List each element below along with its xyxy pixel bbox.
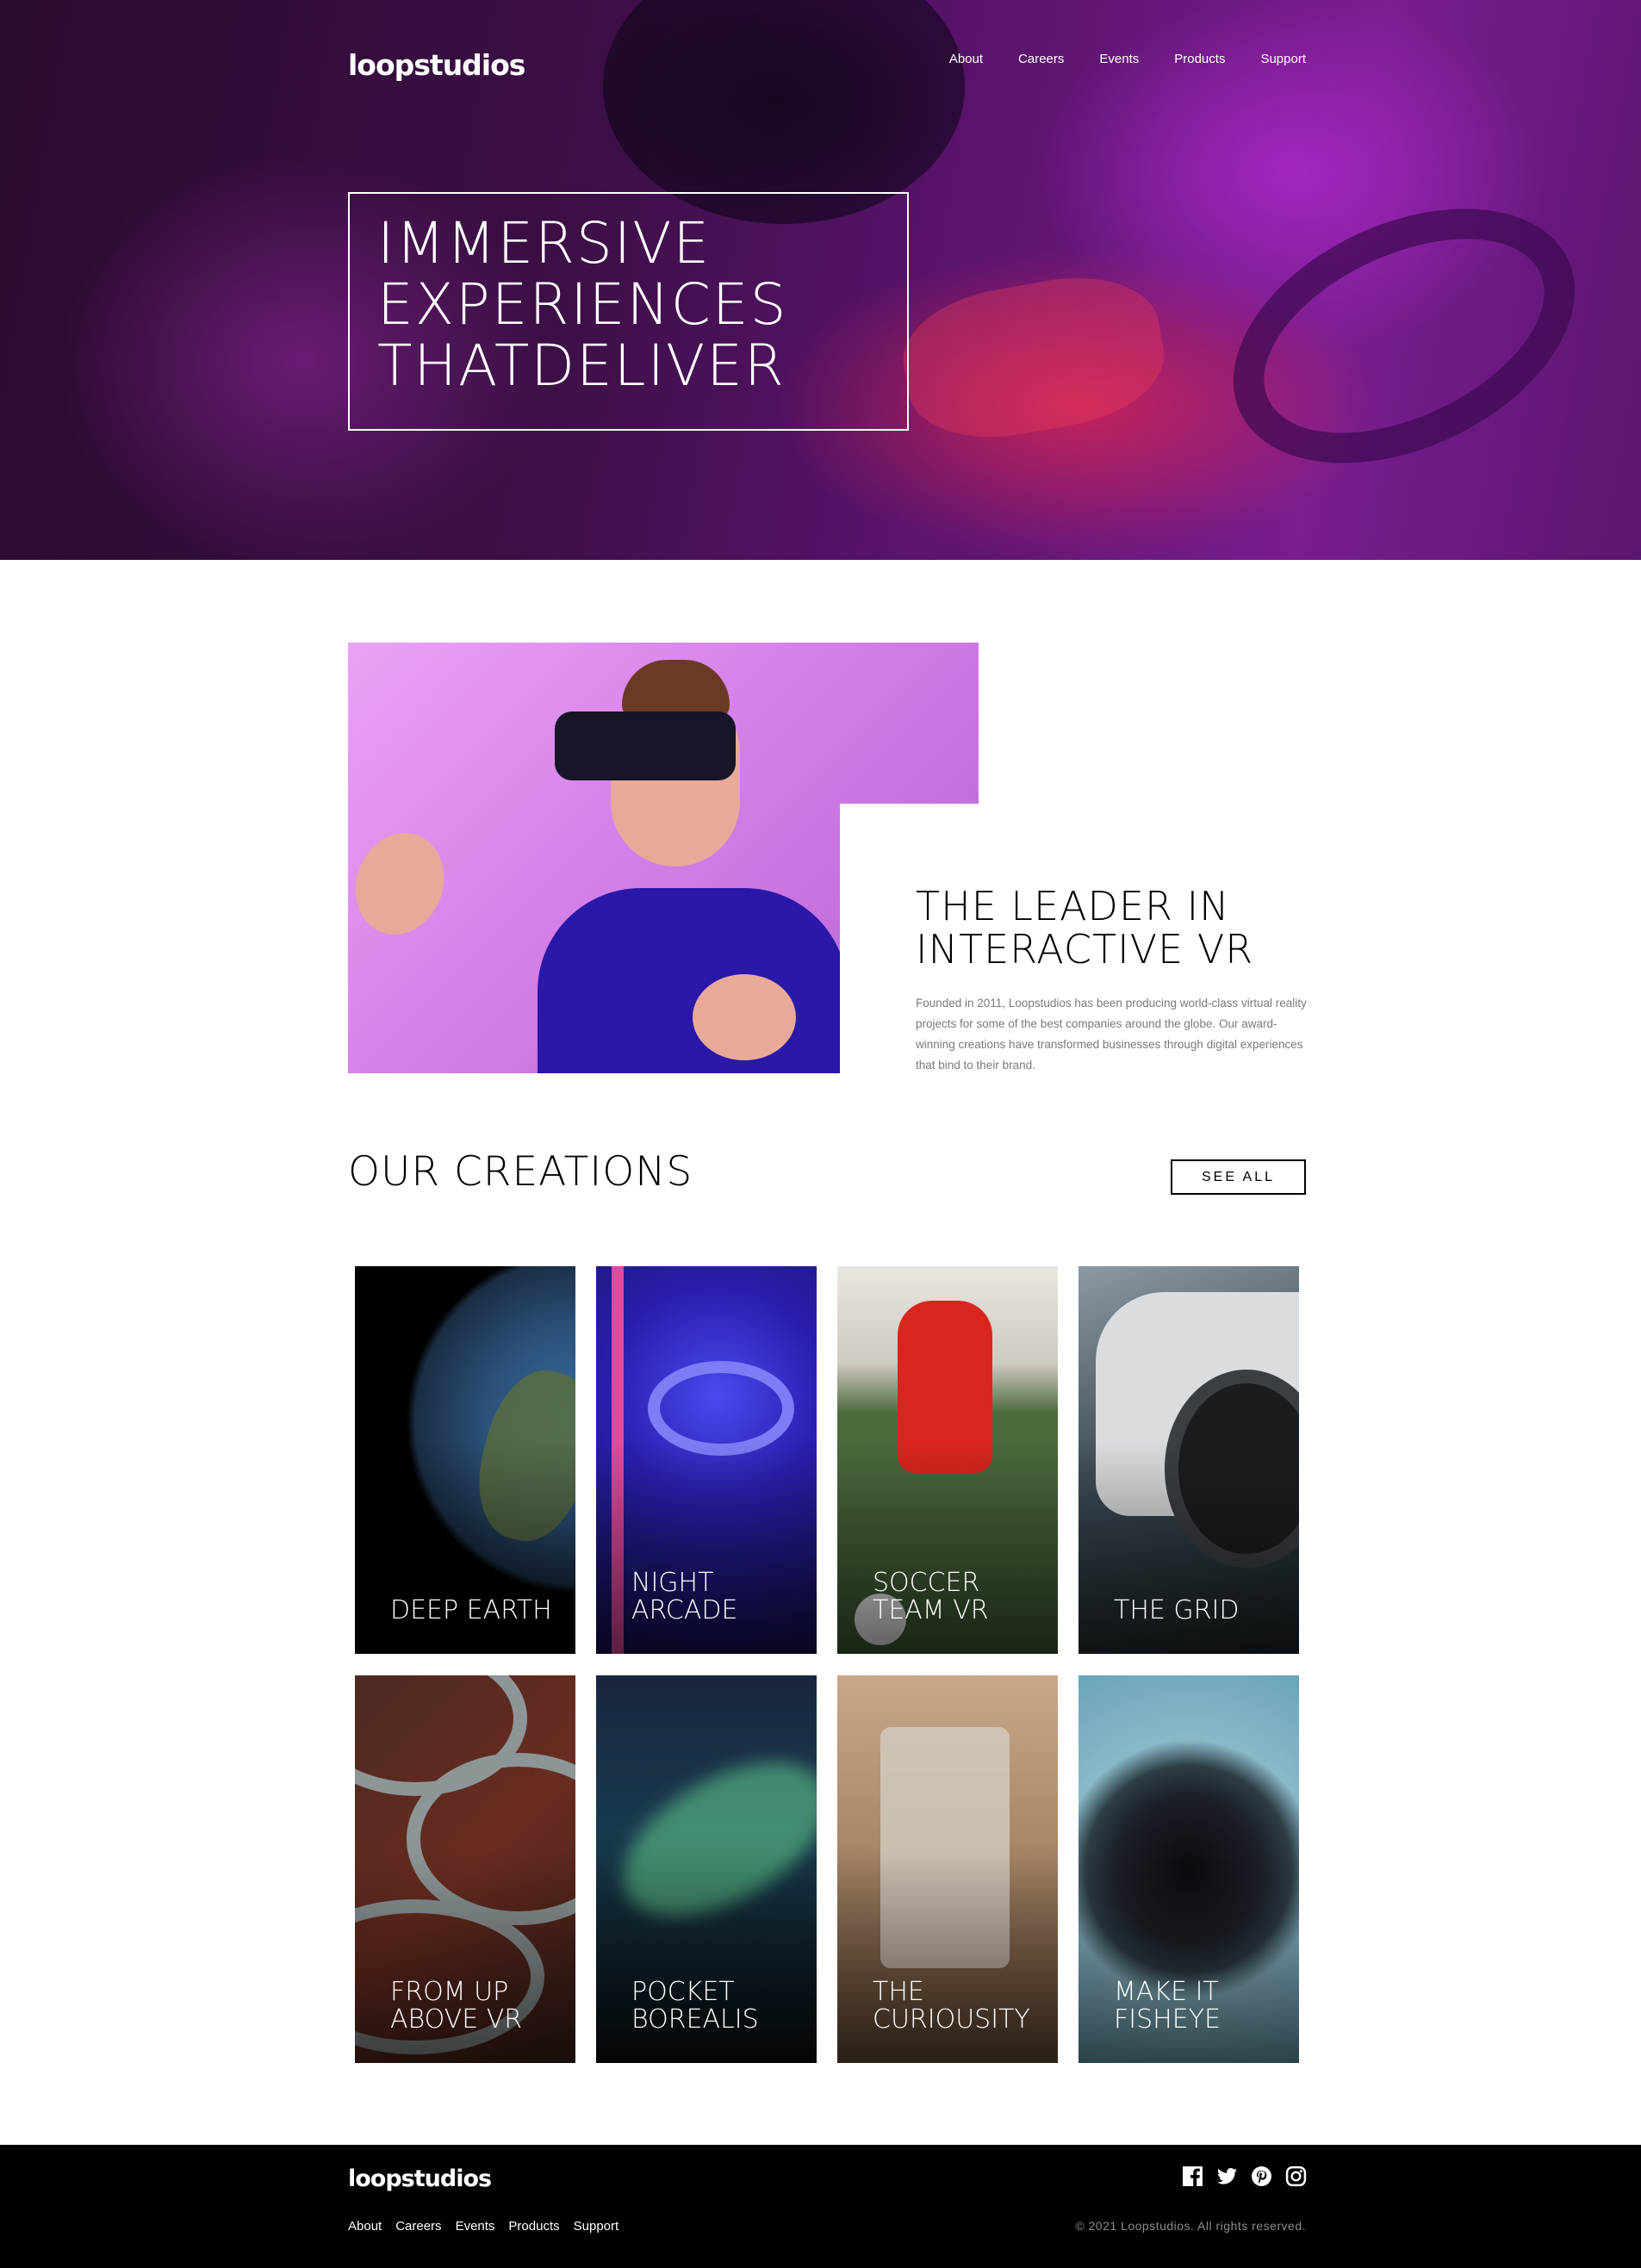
creations-grid: DEEP EARTH NIGHT ARCADE SOCCER TEAM VR T… [355,1266,1299,2063]
hero-background-shape [1192,158,1616,514]
facebook-icon[interactable] [1182,2165,1203,2187]
about-text: Founded in 2011, Loopstudios has been pr… [916,997,1307,1072]
creation-card-from-up-above-vr[interactable]: FROM UP ABOVE VR [355,1675,575,2063]
creation-card-label: MAKE IT FISHEYE [1114,1977,1221,2035]
footer-nav: About Careers Events Products Support [348,2219,618,2234]
creation-card-pocket-borealis[interactable]: POCKET BOREALIS [596,1675,817,2063]
creation-card-label: SOCCER TEAM VR [873,1568,989,1625]
header-logo[interactable]: loopstudios [348,48,525,82]
footer-link-careers[interactable]: Careers [395,2219,441,2234]
creation-card-label: THE CURIOUSITY [873,1977,1030,2035]
nav-link-careers[interactable]: Careers [1018,52,1064,66]
instagram-icon[interactable] [1285,2165,1307,2187]
creation-card-soccer-team-vr[interactable]: SOCCER TEAM VR [837,1266,1058,1654]
creation-card-label: POCKET BOREALIS [631,1977,759,2035]
image-detail [693,974,796,1060]
about-title-line: INTERACTIVE VR [916,926,1254,972]
creation-card-label: THE GRID [1114,1595,1240,1625]
see-all-button[interactable]: SEE ALL [1171,1159,1306,1195]
footer-link-events[interactable]: Events [456,2219,495,2234]
creation-card-deep-earth[interactable]: DEEP EARTH [355,1266,575,1654]
creation-card-label: FROM UP ABOVE VR [390,1977,523,2035]
hero-title-line: IMMERSIVE [377,210,712,277]
hero-background-shape [603,0,965,224]
hero-title-box: IMMERSIVE EXPERIENCES THATDELIVER [348,192,909,431]
nav-link-support[interactable]: Support [1260,52,1306,66]
hero-title-line: EXPERIENCES [377,271,788,338]
twitter-icon[interactable] [1216,2165,1238,2187]
pinterest-icon[interactable] [1251,2165,1272,2187]
nav-link-products[interactable]: Products [1174,52,1225,66]
creations-title: OUR CREATIONS [348,1148,693,1196]
creation-card-make-it-fisheye[interactable]: MAKE IT FISHEYE [1078,1675,1299,2063]
about-title: THE LEADER IN INTERACTIVE VR [916,885,1253,971]
footer: loopstudios About Careers Events Product… [0,2145,1641,2268]
image-detail [538,888,848,1073]
creation-card-label: DEEP EARTH [390,1595,552,1625]
image-detail [555,711,736,780]
creation-card-the-grid[interactable]: THE GRID [1078,1266,1299,1654]
footer-link-products[interactable]: Products [508,2219,559,2234]
creation-card-label: NIGHT ARCADE [631,1568,738,1625]
footer-logo[interactable]: loopstudios [348,2165,492,2192]
footer-link-support[interactable]: Support [574,2219,619,2234]
about-title-line: THE LEADER IN [916,883,1230,929]
creation-card-the-curiousity[interactable]: THE CURIOUSITY [837,1675,1058,2063]
nav-link-events[interactable]: Events [1099,52,1139,66]
image-detail [348,820,458,948]
social-links [1182,2165,1307,2187]
nav-link-about[interactable]: About [949,52,983,66]
copyright-text: © 2021 Loopstudios. All rights reserved. [1075,2219,1306,2233]
hero-title-line: THATDELIVER [377,332,786,399]
about-vr-image [348,643,979,1073]
hero-section: loopstudios About Careers Events Product… [0,0,1641,560]
main-nav: About Careers Events Products Support [949,52,1306,66]
creation-card-night-arcade[interactable]: NIGHT ARCADE [596,1266,817,1654]
footer-link-about[interactable]: About [348,2219,382,2234]
hero-background-shape [893,263,1174,452]
